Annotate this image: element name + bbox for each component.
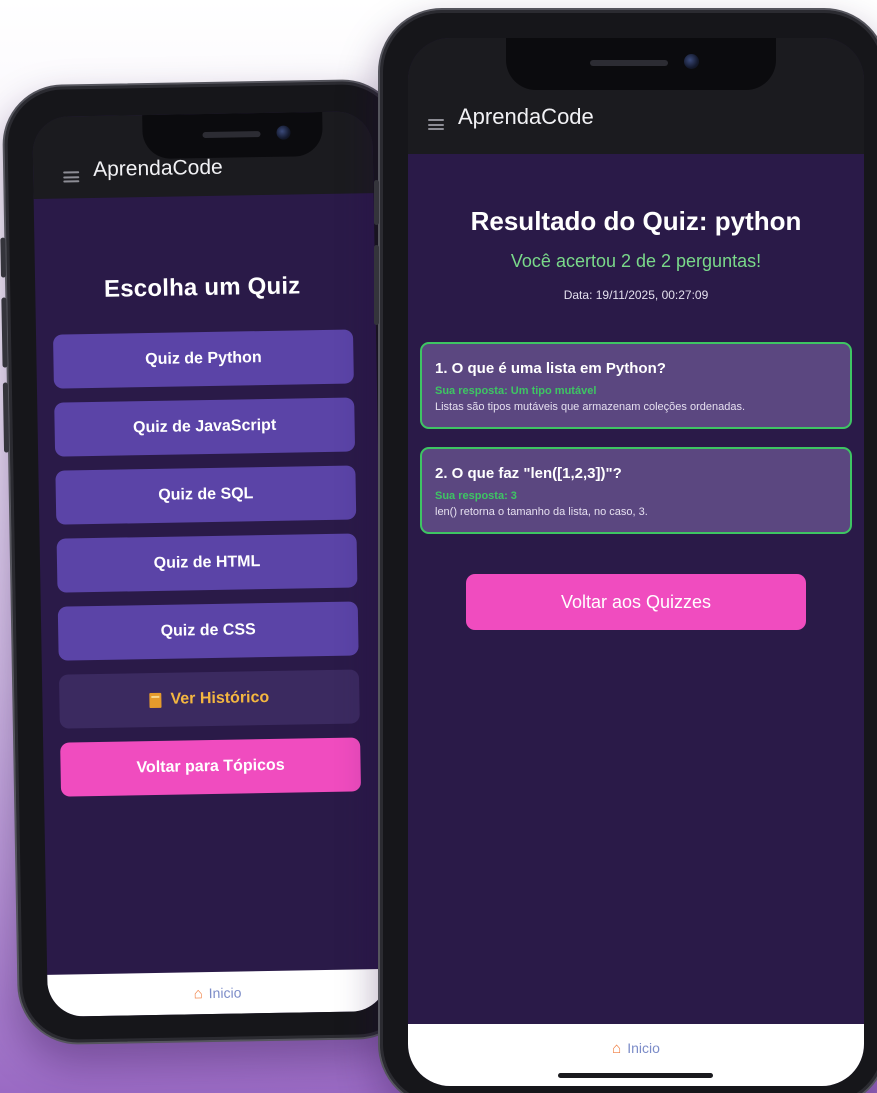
quiz-css-button[interactable]: Quiz de CSS [57,601,359,661]
phone-side-button [374,245,379,325]
app-title: AprendaCode [92,155,223,181]
book-icon [149,692,162,708]
home-icon[interactable]: ⌂ [194,985,203,1002]
home-icon[interactable]: ⌂ [612,1040,621,1057]
quiz-javascript-button[interactable]: Quiz de JavaScript [54,397,356,457]
bottom-nav: ⌂ Inicio [408,1024,864,1086]
result-date: Data: 19/11/2025, 00:27:09 [563,288,709,302]
result-panel: Resultado do Quiz: python Você acertou 2… [420,206,852,630]
page-title: Escolha um Quiz [103,272,301,303]
camera-icon [684,54,699,69]
phone-side-button [374,180,379,225]
app-title: AprendaCode [458,104,594,129]
quiz-sql-button[interactable]: Quiz de SQL [55,465,357,525]
nav-home-label[interactable]: Inicio [209,985,242,1002]
answer-card: 1. O que é uma lista em Python? Sua resp… [420,342,852,429]
back-to-quizzes-button[interactable]: Voltar aos Quizzes [466,574,806,630]
phone-side-button [0,237,7,278]
hamburger-menu-icon[interactable] [63,171,80,183]
answer-explanation: Listas são tipos mutáveis que armazenam … [435,401,746,413]
camera-icon [276,125,291,140]
user-answer: Sua resposta: Um tipo mutável [435,385,597,397]
result-title: Resultado do Quiz: python [470,206,802,236]
phone-side-button [2,382,10,453]
nav-home-label[interactable]: Inicio [627,1040,660,1056]
bottom-nav: ⌂ Inicio [47,968,388,1017]
answer-question: 1. O que é uma lista em Python? [435,360,666,377]
view-history-label: Ver Histórico [170,688,270,708]
quiz-menu: Escolha um Quiz Quiz de Python Quiz de J… [52,271,362,810]
back-to-topics-button[interactable]: Voltar para Tópicos [60,737,362,797]
score-summary: Você acertou 2 de 2 perguntas! [510,251,762,271]
speaker-grille [590,60,668,66]
answer-explanation: len() retorna o tamanho da lista, no cas… [435,506,648,518]
phone-notch [506,38,776,90]
home-indicator[interactable] [558,1073,713,1078]
phone-quiz-result: AprendaCode Resultado do Quiz: python Vo… [374,8,877,1093]
speaker-grille [202,131,261,139]
quiz-html-button[interactable]: Quiz de HTML [56,533,358,593]
quiz-result-screen: AprendaCode Resultado do Quiz: python Vo… [408,38,864,1086]
quiz-python-button[interactable]: Quiz de Python [53,329,354,389]
phone-side-button [1,297,8,368]
answer-card: 2. O que faz "len([1,2,3])"? Sua respost… [420,447,852,534]
phone-quiz-list: AprendaCode Escolha um Quiz Quiz de Pyth… [0,78,419,1046]
hamburger-menu-icon[interactable] [428,119,444,130]
answer-question: 2. O que faz "len([1,2,3])"? [435,465,622,482]
quiz-list-screen: AprendaCode Escolha um Quiz Quiz de Pyth… [32,111,388,1017]
view-history-button[interactable]: Ver Histórico [58,669,360,729]
phone-notch [142,111,323,160]
user-answer: Sua resposta: 3 [435,490,517,502]
